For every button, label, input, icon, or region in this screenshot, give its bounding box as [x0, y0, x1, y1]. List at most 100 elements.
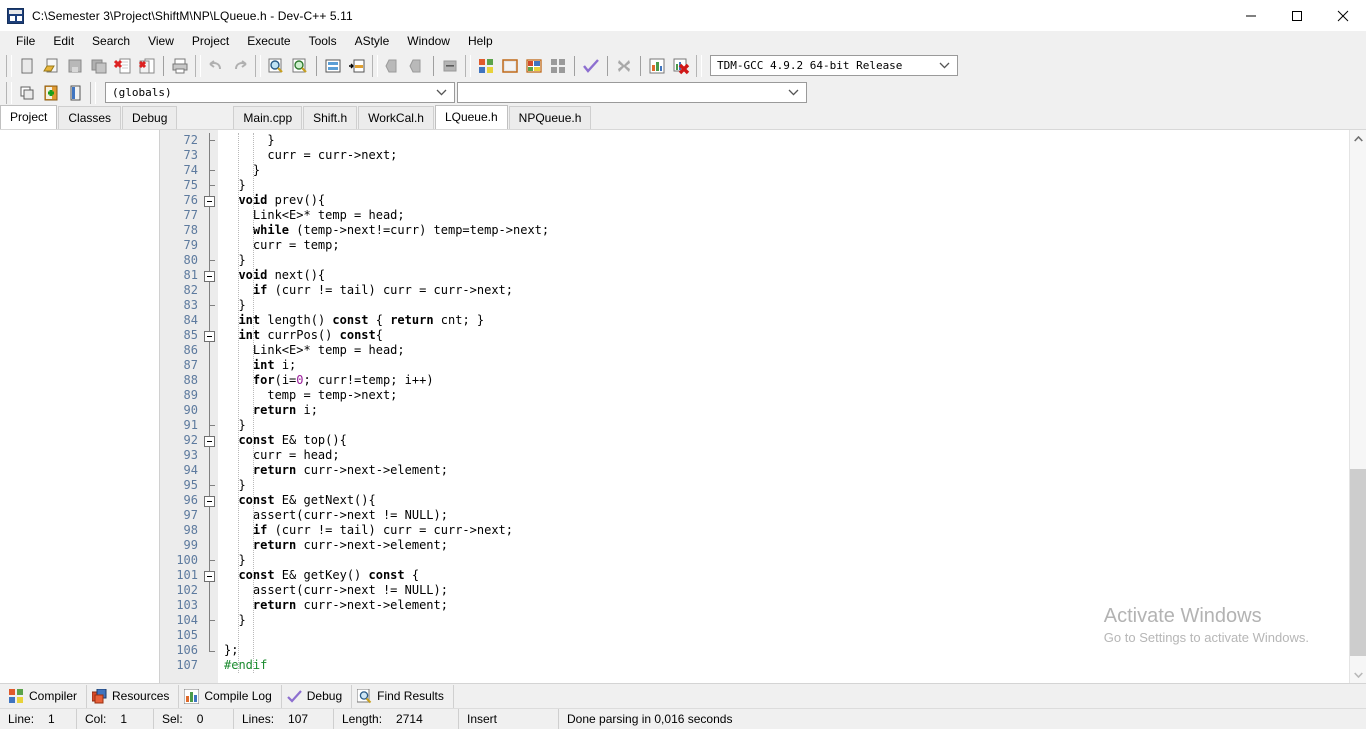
scroll-up-chevron-up-icon[interactable]	[1350, 130, 1366, 147]
line-number: 84	[183, 313, 198, 327]
panel-tab-project[interactable]: Project	[0, 105, 58, 129]
fold-marker[interactable]	[202, 568, 218, 583]
code-line: int i;	[224, 358, 1349, 373]
window-controls	[1228, 0, 1366, 31]
bottom-tab-debug[interactable]: Debug	[282, 684, 353, 708]
bottom-tab-compiler[interactable]: Compiler	[4, 684, 88, 708]
editor-tab-npqueue-h[interactable]: NPQueue.h	[508, 106, 592, 129]
bottom-tab-compile-log[interactable]: Compile Log	[179, 684, 282, 708]
goto-function-icon[interactable]	[345, 54, 369, 77]
scroll-down-chevron-down-icon[interactable]	[1350, 666, 1366, 683]
save-all-icon[interactable]	[87, 54, 111, 77]
editor-vertical-scrollbar[interactable]	[1349, 130, 1366, 683]
toolbar-grip-6[interactable]	[696, 54, 702, 77]
line-number: 98	[183, 523, 198, 537]
menu-search[interactable]: Search	[83, 32, 139, 51]
profile-icon[interactable]	[645, 54, 669, 77]
code-editor[interactable]: 72 73 74 75 76 77 78 79 80 81 82 83 84 85 86 87 88 89 90 91…	[160, 130, 1349, 683]
close-file-icon[interactable]	[111, 54, 135, 77]
toolbar-grip-5[interactable]	[465, 54, 471, 77]
new-project-icon[interactable]	[15, 81, 39, 104]
fold-collapse-icon[interactable]	[204, 196, 215, 207]
menu-help[interactable]: Help	[459, 32, 502, 51]
fold-collapse-icon[interactable]	[204, 271, 215, 282]
status-length-label: Length:	[342, 712, 383, 726]
maximize-icon[interactable]	[1274, 0, 1320, 31]
fold-marker[interactable]	[202, 268, 218, 283]
scope-select[interactable]: (globals)	[105, 82, 455, 103]
delete-profile-icon[interactable]	[669, 54, 693, 77]
close-all-icon[interactable]	[135, 54, 159, 77]
panel-tab-debug-label: Debug	[132, 110, 168, 125]
fold-marker[interactable]	[202, 328, 218, 343]
add-to-project-icon[interactable]	[39, 81, 63, 104]
fold-marker[interactable]	[202, 193, 218, 208]
fold-marker[interactable]	[202, 433, 218, 448]
bottom-tab-resources[interactable]: Resources	[87, 684, 180, 708]
code-token: const	[332, 313, 369, 327]
bottom-tab-compiler-label: Compiler	[29, 689, 78, 703]
compiler-select[interactable]: TDM-GCC 4.9.2 64-bit Release	[710, 55, 958, 76]
scrollbar-track[interactable]	[1350, 147, 1366, 666]
panel-tab-classes[interactable]: Classes	[58, 106, 122, 129]
close-icon[interactable]	[1320, 0, 1366, 31]
project-panel[interactable]	[0, 130, 160, 683]
editor-tab-lqueue-h[interactable]: LQueue.h	[434, 105, 508, 129]
menu-edit[interactable]: Edit	[44, 32, 83, 51]
fold-collapse-icon[interactable]	[204, 331, 215, 342]
code-folding-margin[interactable]	[202, 130, 218, 683]
toolbar-grip-4[interactable]	[372, 54, 378, 77]
scrollbar-thumb[interactable]	[1350, 468, 1366, 656]
compile-and-run-icon[interactable]	[522, 54, 546, 77]
minimize-icon[interactable]	[1228, 0, 1274, 31]
rebuild-all-icon[interactable]	[546, 54, 570, 77]
status-lines: Lines: 107	[234, 708, 334, 729]
status-sel: Sel: 0	[154, 708, 234, 729]
compile-icon[interactable]	[474, 54, 498, 77]
forward-icon[interactable]	[405, 54, 429, 77]
toolbar-grip-8[interactable]	[90, 81, 96, 104]
open-file-icon[interactable]	[39, 54, 63, 77]
panel-tab-debug[interactable]: Debug	[122, 106, 178, 129]
syntax-check-icon[interactable]	[579, 54, 603, 77]
menu-execute[interactable]: Execute	[238, 32, 299, 51]
menu-project[interactable]: Project	[183, 32, 238, 51]
bottom-tab-find-results[interactable]: Find Results	[352, 684, 454, 708]
menu-window[interactable]: Window	[398, 32, 459, 51]
replace-icon[interactable]	[288, 54, 312, 77]
code-token: (temp->next!=curr) temp=temp->next;	[289, 223, 550, 237]
menu-tools[interactable]: Tools	[300, 32, 346, 51]
code-text-area[interactable]: } curr = curr->next; } } void prev(){ Li…	[218, 130, 1349, 683]
toolbar-grip[interactable]	[6, 54, 12, 77]
menu-view[interactable]: View	[139, 32, 183, 51]
menu-file[interactable]: File	[7, 32, 44, 51]
editor-tab-main-cpp[interactable]: Main.cpp	[233, 106, 303, 129]
new-file-icon[interactable]	[15, 54, 39, 77]
goto-line-icon[interactable]	[321, 54, 345, 77]
find-icon[interactable]	[264, 54, 288, 77]
stop-execution-icon[interactable]	[612, 54, 636, 77]
fold-marker[interactable]	[202, 493, 218, 508]
code-line: const E& getKey() const {	[224, 568, 1349, 583]
undo-icon[interactable]	[204, 54, 228, 77]
print-icon[interactable]	[168, 54, 192, 77]
toggle-breakpoint-icon[interactable]	[438, 54, 462, 77]
fold-collapse-icon[interactable]	[204, 496, 215, 507]
symbol-select[interactable]	[457, 82, 807, 103]
save-file-icon[interactable]	[63, 54, 87, 77]
toolbar-grip-7[interactable]	[6, 81, 12, 104]
toolbar-grip-2[interactable]	[195, 54, 201, 77]
run-icon[interactable]	[498, 54, 522, 77]
project-options-icon[interactable]	[63, 81, 87, 104]
status-length-value: 2714	[396, 712, 423, 726]
editor-tab-workcal-h[interactable]: WorkCal.h	[358, 106, 434, 129]
toolbar-grip-3[interactable]	[255, 54, 261, 77]
fold-collapse-icon[interactable]	[204, 571, 215, 582]
menu-astyle[interactable]: AStyle	[346, 32, 399, 51]
redo-icon[interactable]	[228, 54, 252, 77]
editor-tab-shift-h[interactable]: Shift.h	[303, 106, 358, 129]
back-icon[interactable]	[381, 54, 405, 77]
code-token: curr = curr->next;	[224, 148, 398, 162]
fold-collapse-icon[interactable]	[204, 436, 215, 447]
